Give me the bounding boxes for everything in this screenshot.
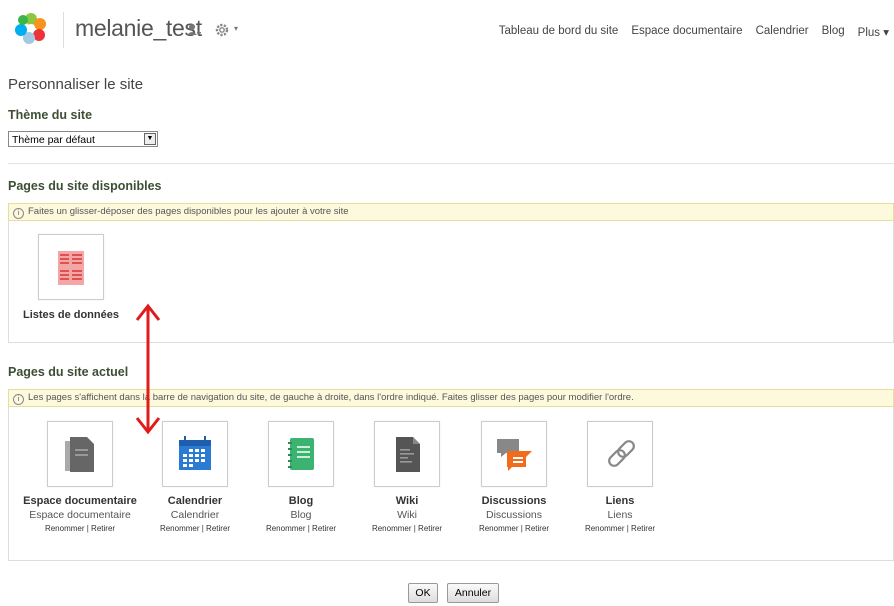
calendar-tile[interactable] bbox=[162, 421, 228, 487]
nav-dashboard[interactable]: Tableau de bord du site bbox=[499, 25, 619, 39]
remove-link[interactable]: Retirer bbox=[525, 524, 549, 533]
calendar-icon bbox=[179, 436, 211, 470]
site-navigation: Tableau de bord du site Espace documenta… bbox=[486, 25, 889, 39]
document-library-icon bbox=[65, 437, 94, 472]
remove-link[interactable]: Retirer bbox=[312, 524, 336, 533]
current-info-text: Les pages s'affichent dans la barre de n… bbox=[28, 392, 634, 403]
info-icon: i bbox=[13, 394, 24, 405]
available-info-text: Faites un glisser-déposer des pages disp… bbox=[28, 206, 349, 217]
theme-select-value: Thème par défaut bbox=[12, 134, 95, 146]
rename-link[interactable]: Renommer bbox=[266, 524, 306, 533]
remove-link[interactable]: Retirer bbox=[631, 524, 655, 533]
gear-icon[interactable] bbox=[215, 22, 231, 38]
nav-blog[interactable]: Blog bbox=[822, 25, 845, 39]
rename-link[interactable]: Renommer bbox=[585, 524, 625, 533]
header-divider bbox=[63, 12, 64, 48]
document-library-actions: Renommer | Retirer bbox=[44, 524, 116, 533]
remove-link[interactable]: Retirer bbox=[206, 524, 230, 533]
available-pages-heading: Pages du site disponibles bbox=[8, 179, 162, 193]
section-divider bbox=[8, 163, 894, 164]
nav-more[interactable]: Plus ▾ bbox=[858, 25, 889, 39]
document-library-subtitle: Espace documentaire bbox=[29, 509, 131, 521]
alfresco-logo-icon[interactable] bbox=[14, 11, 48, 45]
rename-link[interactable]: Renommer bbox=[45, 524, 85, 533]
gear-dropdown-caret-icon[interactable]: ▾ bbox=[234, 24, 238, 33]
rename-link[interactable]: Renommer bbox=[479, 524, 519, 533]
rename-link[interactable]: Renommer bbox=[372, 524, 412, 533]
theme-select[interactable]: Thème par défaut ▼ bbox=[8, 131, 158, 147]
remove-link[interactable]: Retirer bbox=[418, 524, 442, 533]
page-title: Personnaliser le site bbox=[8, 76, 144, 93]
blog-icon bbox=[288, 438, 314, 470]
data-list-title: Listes de données bbox=[23, 309, 119, 321]
links-subtitle: Liens bbox=[607, 509, 633, 521]
links-tile[interactable] bbox=[587, 421, 653, 487]
remove-link[interactable]: Retirer bbox=[91, 524, 115, 533]
blog-tile[interactable] bbox=[268, 421, 334, 487]
drag-annotation-arrow-icon bbox=[135, 303, 161, 435]
site-header: melanie_test ▾ Tableau de bord du site E… bbox=[0, 0, 894, 64]
site-title[interactable]: melanie_test bbox=[75, 15, 202, 42]
links-title: Liens bbox=[605, 495, 635, 507]
data-list-icon bbox=[58, 251, 84, 285]
nav-document-library[interactable]: Espace documentaire bbox=[631, 25, 742, 39]
current-pages-heading: Pages du site actuel bbox=[8, 365, 129, 379]
info-icon: i bbox=[13, 208, 24, 219]
discussions-icon bbox=[497, 439, 532, 471]
wiki-tile[interactable] bbox=[374, 421, 440, 487]
links-icon bbox=[608, 440, 635, 467]
wiki-icon bbox=[396, 437, 420, 472]
cancel-button[interactable]: Annuler bbox=[447, 583, 499, 603]
document-library-title: Espace documentaire bbox=[23, 495, 137, 507]
join-site-user-icon[interactable] bbox=[185, 22, 201, 38]
links-actions: Renommer | Retirer bbox=[584, 524, 656, 533]
document-library-tile[interactable] bbox=[47, 421, 113, 487]
ok-button[interactable]: OK bbox=[408, 583, 438, 603]
available-info-bar: i Faites un glisser-déposer des pages dis… bbox=[8, 203, 894, 221]
discussions-tile[interactable] bbox=[481, 421, 547, 487]
data-list-tile[interactable] bbox=[38, 234, 104, 300]
theme-heading: Thème du site bbox=[8, 108, 93, 122]
nav-calendar[interactable]: Calendrier bbox=[756, 25, 809, 39]
select-arrow-icon[interactable]: ▼ bbox=[144, 133, 156, 145]
rename-link[interactable]: Renommer bbox=[160, 524, 200, 533]
